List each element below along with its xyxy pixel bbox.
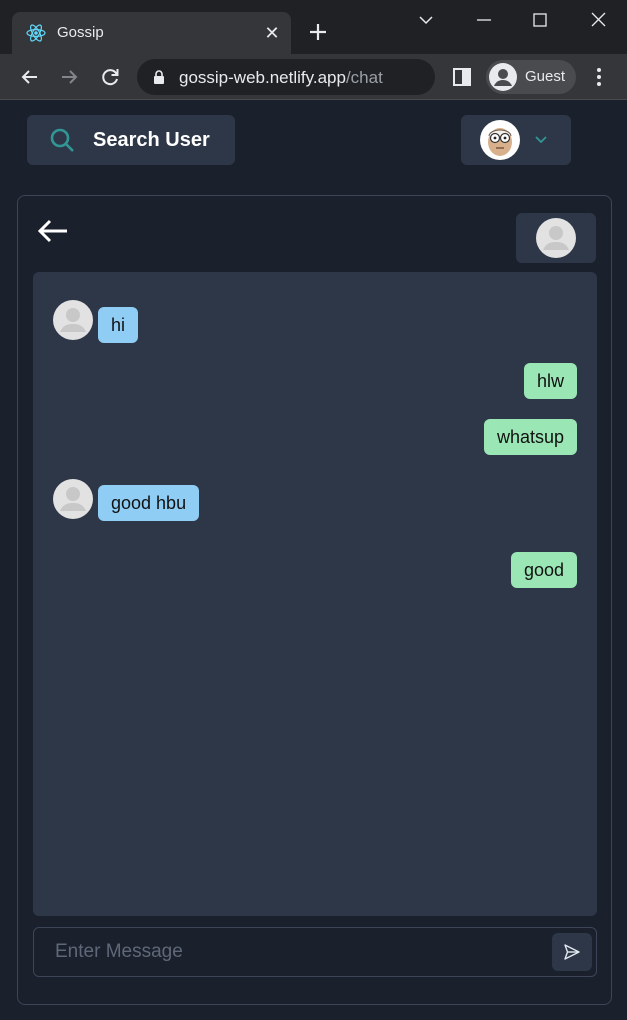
url-host: gossip-web.netlify.app (179, 68, 346, 87)
message-bubble-outgoing: hlw (523, 363, 577, 399)
chat-box: hi hlw whatsup good hbu good (17, 195, 612, 1005)
back-arrow-icon[interactable] (18, 65, 42, 89)
url-text: gossip-web.netlify.app/chat (179, 68, 383, 88)
sender-avatar (53, 479, 93, 519)
send-icon (564, 944, 580, 960)
tab-title: Gossip (57, 24, 104, 41)
maximize-icon[interactable] (525, 8, 555, 32)
message-bubble-incoming: hi (98, 307, 139, 343)
search-user-button[interactable]: Search User (27, 115, 235, 165)
new-tab-icon[interactable] (306, 20, 330, 44)
message-list[interactable]: hi hlw whatsup good hbu good (33, 272, 597, 916)
send-button[interactable] (552, 933, 592, 971)
react-logo-icon (26, 24, 46, 42)
profile-label: Guest (525, 68, 566, 85)
more-menu-icon[interactable] (588, 66, 610, 88)
default-avatar-icon (536, 218, 576, 258)
user-menu-button[interactable] (461, 115, 571, 165)
back-arrow-icon[interactable] (36, 216, 70, 246)
minimize-icon[interactable] (469, 8, 499, 32)
tab-search-chevron-icon[interactable] (411, 8, 441, 32)
address-bar[interactable]: gossip-web.netlify.app/chat (137, 59, 435, 95)
browser-tab[interactable]: Gossip ✕ (12, 12, 291, 54)
app: Search User hi hlw whatsup good hbu good… (0, 101, 627, 1020)
message-bubble-outgoing: whatsup (483, 419, 577, 455)
forward-arrow-icon[interactable] (57, 65, 81, 89)
side-panel-icon[interactable] (451, 66, 473, 88)
tab-close-icon[interactable]: ✕ (261, 22, 283, 44)
message-composer (33, 927, 597, 977)
chevron-down-icon (535, 136, 547, 144)
reload-icon[interactable] (98, 65, 122, 89)
sender-avatar (53, 300, 93, 340)
search-user-label: Search User (93, 129, 210, 151)
browser-toolbar: gossip-web.netlify.app/chat Guest (0, 54, 627, 100)
url-path: /chat (345, 68, 383, 87)
search-icon (50, 128, 74, 152)
message-bubble-outgoing: good (510, 552, 577, 588)
message-input[interactable] (34, 928, 544, 976)
profile-button[interactable]: Guest (486, 60, 576, 94)
view-profile-button[interactable] (516, 213, 596, 263)
browser-titlebar: Gossip ✕ (0, 0, 627, 54)
message-bubble-incoming: good hbu (98, 485, 200, 521)
close-window-icon[interactable] (583, 8, 613, 32)
guest-avatar-icon (489, 63, 517, 91)
user-avatar (480, 120, 520, 160)
lock-icon[interactable] (153, 69, 165, 85)
